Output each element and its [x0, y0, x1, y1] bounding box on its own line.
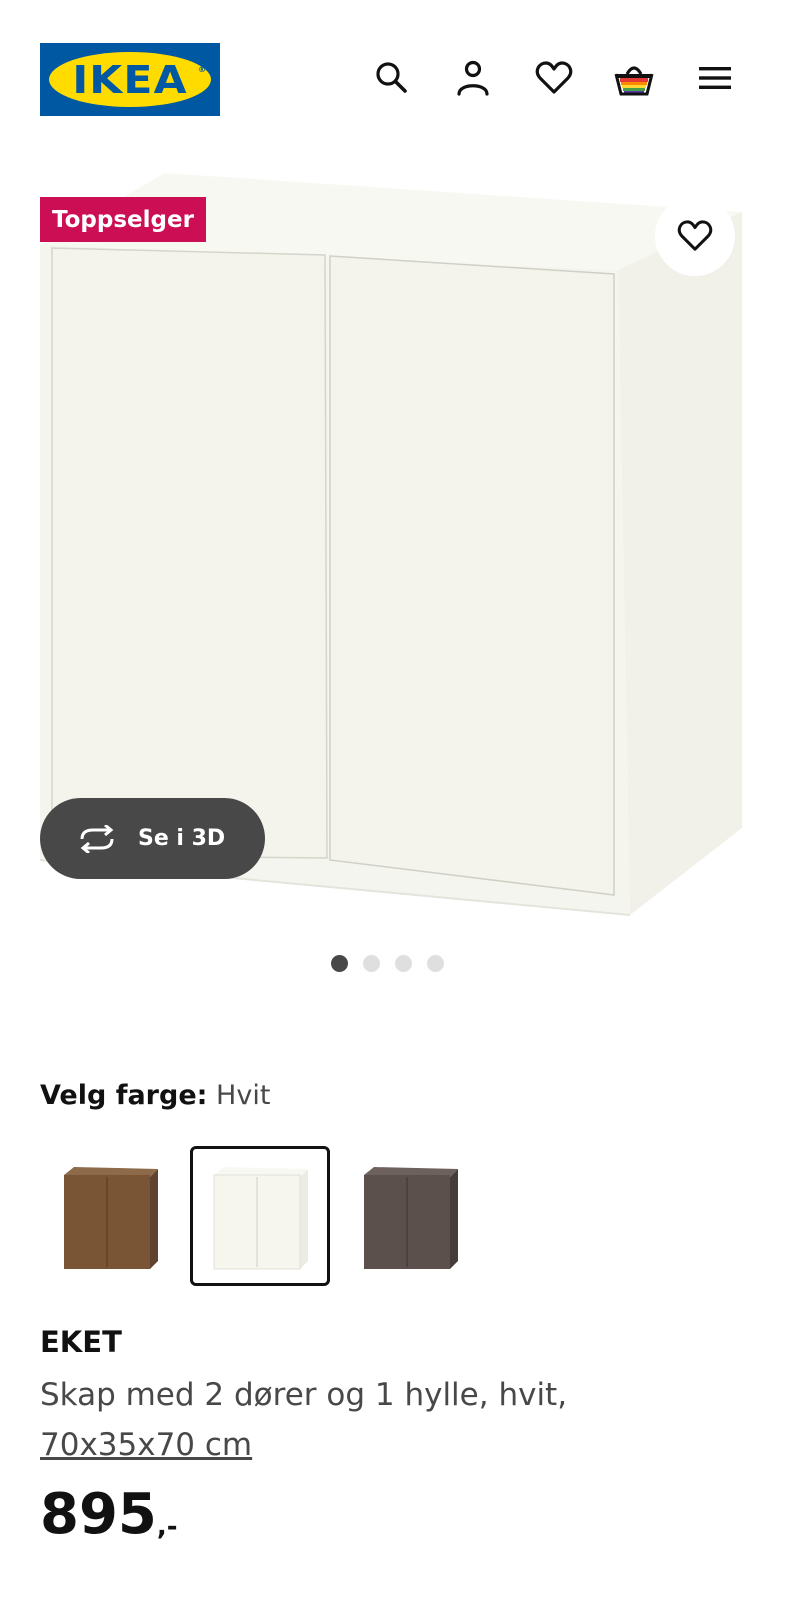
gallery-dot[interactable] — [427, 955, 444, 972]
account-icon — [457, 60, 489, 96]
heart-icon — [677, 220, 713, 251]
ikea-logo[interactable]: IKEA ® — [40, 43, 220, 116]
rotate-3d-icon — [80, 824, 114, 853]
gallery-pagination — [331, 955, 444, 972]
view-in-3d-button[interactable]: Se i 3D — [40, 798, 265, 879]
logo-registered-mark: ® — [198, 65, 206, 74]
search-button[interactable] — [368, 54, 416, 102]
cabinet-thumbnail-dark-grey — [364, 1167, 458, 1269]
price-integer: 895 — [40, 1482, 157, 1547]
account-button[interactable] — [449, 54, 497, 102]
selected-color: Hvit — [216, 1080, 271, 1111]
bestseller-badge: Toppselger — [40, 197, 206, 242]
product-size-link[interactable]: 70x35x70 cm — [40, 1420, 252, 1470]
cabinet-thumbnail-walnut — [64, 1167, 158, 1269]
search-icon — [376, 62, 407, 93]
gallery-dot[interactable] — [331, 955, 348, 972]
price-suffix: ,- — [156, 1512, 178, 1542]
site-header: IKEA ® — [0, 0, 792, 160]
product-price: 895 ,- — [40, 1480, 178, 1562]
wishlist-button[interactable] — [530, 54, 578, 102]
cabinet-thumbnail-white — [213, 1167, 308, 1270]
color-label: Velg farge: — [40, 1080, 208, 1111]
heart-icon — [535, 61, 573, 94]
menu-button[interactable] — [691, 54, 739, 102]
logo-text: IKEA — [72, 57, 188, 102]
color-swatch-white[interactable] — [190, 1146, 330, 1286]
view-in-3d-label: Se i 3D — [138, 826, 226, 851]
color-swatch-dark-grey[interactable] — [340, 1146, 480, 1286]
gallery-dot[interactable] — [363, 955, 380, 972]
menu-icon — [699, 67, 731, 89]
product-name: EKET — [40, 1325, 122, 1359]
basket-icon — [614, 66, 654, 96]
add-to-wishlist-button[interactable] — [655, 196, 735, 276]
color-selector-label: Velg farge: Hvit — [40, 1080, 270, 1111]
product-description: Skap med 2 dører og 1 hylle, hvit, — [40, 1377, 568, 1413]
basket-button[interactable] — [610, 54, 658, 102]
gallery-dot[interactable] — [395, 955, 412, 972]
color-swatch-walnut[interactable] — [40, 1146, 180, 1286]
